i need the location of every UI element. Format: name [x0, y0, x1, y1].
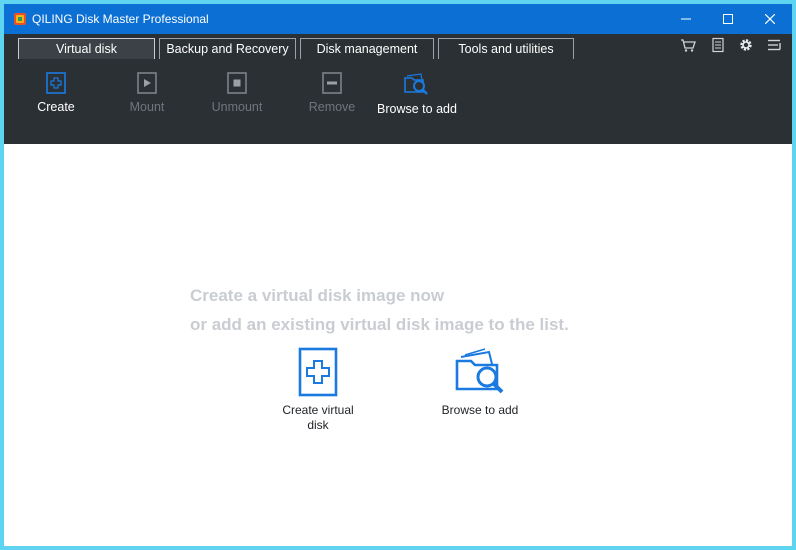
mount-label: Mount: [129, 100, 165, 114]
window-title: QILING Disk Master Professional: [32, 12, 209, 26]
close-button[interactable]: [748, 4, 792, 34]
mount-button[interactable]: Mount: [107, 72, 187, 114]
tab-disk-management[interactable]: Disk management: [300, 38, 434, 59]
notes-icon[interactable]: [710, 37, 726, 53]
plus-icon: [298, 347, 338, 397]
virtual-disk-list: Create a virtual disk image now or add a…: [4, 144, 792, 546]
cart-icon[interactable]: [680, 37, 696, 53]
create-virtual-label-2: disk: [307, 418, 329, 432]
minimize-icon: [681, 18, 691, 20]
create-label: Create: [37, 100, 75, 114]
plus-icon: [46, 72, 66, 94]
maximize-button[interactable]: [706, 4, 750, 34]
maximize-icon: [723, 14, 733, 24]
create-virtual-disk-button[interactable]: Create virtual disk: [270, 347, 366, 433]
close-icon: [764, 13, 776, 25]
folder-search-icon: [455, 348, 504, 394]
create-virtual-label-1: Create virtual: [282, 403, 354, 417]
tab-tools-and-utilities[interactable]: Tools and utilities: [438, 38, 574, 59]
tab-backup-and-recovery[interactable]: Backup and Recovery: [159, 38, 296, 59]
browse-to-add-label: Browse to add: [377, 102, 457, 116]
create-button[interactable]: Create: [16, 72, 96, 114]
unmount-button[interactable]: Unmount: [197, 72, 277, 114]
browse-to-add-button[interactable]: Browse to add: [377, 72, 457, 116]
menu-icon[interactable]: [766, 37, 782, 53]
play-icon: [137, 72, 157, 94]
remove-button[interactable]: Remove: [292, 72, 372, 114]
app-window: QILING Disk Master Professional Virtual …: [4, 4, 792, 546]
browse-to-add-main-button[interactable]: Browse to add: [432, 347, 528, 418]
empty-state-line-2: or add an existing virtual disk image to…: [190, 315, 569, 334]
app-logo-icon: [14, 13, 26, 25]
tab-virtual-disk[interactable]: Virtual disk: [18, 38, 155, 59]
stop-icon: [227, 72, 247, 94]
minus-icon: [322, 72, 342, 94]
minimize-button[interactable]: [664, 4, 708, 34]
toolbar: Create Mount Unmount Remove Browse to ad…: [4, 60, 792, 144]
unmount-label: Unmount: [211, 100, 263, 114]
settings-icon[interactable]: [738, 37, 754, 53]
remove-label: Remove: [308, 100, 356, 114]
title-bar[interactable]: QILING Disk Master Professional: [4, 4, 792, 34]
folder-search-icon: [404, 73, 428, 95]
empty-state-line-1: Create a virtual disk image now: [190, 286, 445, 305]
tab-bar: Virtual disk Backup and Recovery Disk ma…: [4, 34, 792, 60]
browse-to-add-main-label: Browse to add: [441, 403, 519, 417]
